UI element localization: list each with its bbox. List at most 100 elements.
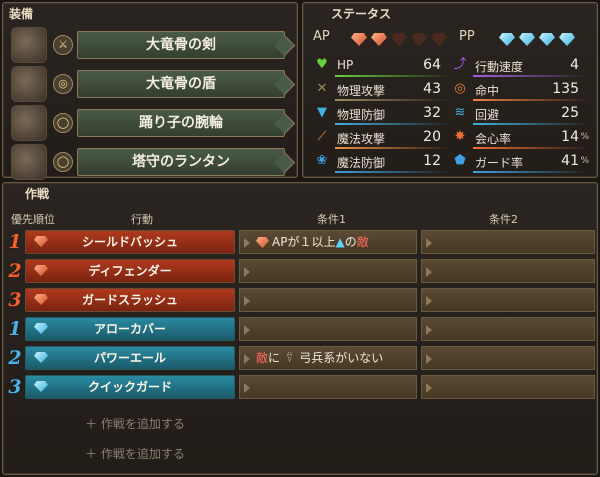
ap-gem-icon bbox=[391, 33, 407, 46]
ap-gem-icon bbox=[34, 294, 48, 305]
condition-1-button[interactable] bbox=[239, 288, 417, 312]
guard-icon: ⬟ bbox=[454, 153, 466, 168]
condition-1-button[interactable] bbox=[239, 259, 417, 283]
stat-label: 命中 bbox=[475, 84, 500, 98]
accessory-icon: ◯ bbox=[53, 152, 73, 172]
tactic-row[interactable]: 1 シールドバッシュ APが１以上▲の敵 bbox=[3, 229, 599, 255]
tactic-row[interactable]: 3 ガードスラッシュ bbox=[3, 287, 599, 313]
status-panel: ステータス AP PP ♥ HP 64 ⤴ 行動速度 4 ✕ 物理攻撃 43 ◎ 命中 135 ▼ 物理防… bbox=[302, 2, 598, 178]
pp-gem-icon bbox=[34, 323, 48, 334]
condition-2-button[interactable] bbox=[421, 288, 595, 312]
condition-2-button[interactable] bbox=[421, 375, 595, 399]
stat-row: ✸ 会心率 14% bbox=[451, 127, 589, 149]
evasion-icon: ≋ bbox=[454, 105, 466, 120]
ap-gem-icon bbox=[256, 237, 269, 248]
ap-gem-icon bbox=[351, 33, 367, 46]
physical-attack-icon: ✕ bbox=[316, 81, 328, 96]
tactic-row[interactable]: 3 クイックガード bbox=[3, 374, 599, 400]
stat-value: 43 bbox=[423, 81, 441, 97]
action-button[interactable]: アローカバー bbox=[25, 317, 235, 341]
stat-row: ♥ HP 64 bbox=[313, 55, 451, 77]
condition-2-button[interactable] bbox=[421, 259, 595, 283]
stat-value: 135 bbox=[552, 81, 579, 97]
stat-underline bbox=[473, 171, 589, 173]
condition-2-button[interactable] bbox=[421, 230, 595, 254]
pp-gem-icon bbox=[519, 33, 535, 46]
equipment-slot-weapon[interactable]: ⚔ 大竜骨の剣 bbox=[11, 27, 295, 65]
pp-gem-icon bbox=[559, 33, 575, 46]
stat-underline bbox=[473, 75, 589, 77]
stat-label: 魔法防御 bbox=[337, 156, 386, 170]
pp-gem-icon bbox=[34, 352, 48, 363]
stat-value: 32 bbox=[423, 105, 441, 121]
ap-gem-icon bbox=[411, 33, 427, 46]
triangle-icon: ▲ bbox=[335, 235, 345, 249]
stat-unit: % bbox=[580, 156, 589, 166]
action-label: シールドバッシュ bbox=[81, 235, 178, 249]
header-condition-1: 条件1 bbox=[317, 213, 346, 226]
tactics-panel: 作戦 優先順位 行動 条件1 条件2 1 シールドバッシュ APが１以上▲の敵 2 ディ… bbox=[2, 182, 598, 475]
priority-number: 3 bbox=[8, 289, 22, 311]
condition-2-button[interactable] bbox=[421, 346, 595, 370]
condition-1-button[interactable]: APが１以上▲の敵 bbox=[239, 230, 417, 254]
equipment-name[interactable]: 塔守のランタン bbox=[77, 148, 285, 176]
stat-row: ≋ 回避 25 bbox=[451, 103, 589, 125]
archer-icon: ⍢ bbox=[286, 351, 294, 365]
equipment-title: 装備 bbox=[9, 7, 34, 21]
action-button[interactable]: ガードスラッシュ bbox=[25, 288, 235, 312]
add-tactic-button[interactable]: ＋ 作戦を追加する bbox=[85, 415, 185, 432]
status-title: ステータス bbox=[331, 7, 392, 21]
stat-value: 12 bbox=[423, 153, 441, 169]
header-condition-2: 条件2 bbox=[489, 213, 518, 226]
pp-gem-icon bbox=[539, 33, 555, 46]
action-label: ディフェンダー bbox=[88, 264, 172, 278]
stat-underline bbox=[335, 171, 451, 173]
action-button[interactable]: ディフェンダー bbox=[25, 259, 235, 283]
stat-underline bbox=[473, 123, 589, 125]
equipment-slot-ring[interactable]: ◯ 踊り子の腕輪 bbox=[11, 105, 295, 143]
action-button[interactable]: シールドバッシュ bbox=[25, 230, 235, 254]
condition-1-button[interactable] bbox=[239, 317, 417, 341]
stat-label: HP bbox=[337, 58, 354, 72]
stat-value: 14 bbox=[561, 129, 579, 145]
action-button[interactable]: パワーエール bbox=[25, 346, 235, 370]
add-tactic-button[interactable]: ＋ 作戦を追加する bbox=[85, 445, 185, 462]
stat-label: 回避 bbox=[475, 108, 500, 122]
condition-1-button[interactable] bbox=[239, 375, 417, 399]
sword-item-image bbox=[11, 27, 47, 63]
stat-value: 41 bbox=[561, 153, 579, 169]
header-action: 行動 bbox=[131, 213, 153, 226]
ring-icon: ◯ bbox=[53, 113, 73, 133]
priority-number: 1 bbox=[8, 318, 22, 340]
equipment-name[interactable]: 大竜骨の盾 bbox=[77, 70, 285, 98]
stat-value: 64 bbox=[423, 57, 441, 73]
equipment-name[interactable]: 踊り子の腕輪 bbox=[77, 109, 285, 137]
tactic-row[interactable]: 2 ディフェンダー bbox=[3, 258, 599, 284]
stat-value: 20 bbox=[423, 129, 441, 145]
stat-row: ✕ 物理攻撃 43 bbox=[313, 79, 451, 101]
condition-target: 敵 bbox=[356, 235, 369, 249]
magic-attack-icon: ⟋ bbox=[317, 129, 327, 144]
equipment-panel: 装備 ⚔ 大竜骨の剣 ◎ 大竜骨の盾 ◯ 踊り子の腕輪 ◯ 塔守のランタン bbox=[2, 2, 298, 180]
pp-gem-icon bbox=[499, 33, 515, 46]
condition-2-button[interactable] bbox=[421, 317, 595, 341]
equipment-name[interactable]: 大竜骨の剣 bbox=[77, 31, 285, 59]
action-button[interactable]: クイックガード bbox=[25, 375, 235, 399]
ap-gem-icon bbox=[431, 33, 447, 46]
stat-value: 25 bbox=[561, 105, 579, 121]
condition-target: 敵 bbox=[256, 351, 269, 365]
condition-1-button[interactable]: 敵に ⍢ 弓兵系がいない bbox=[239, 346, 417, 370]
stat-value: 4 bbox=[570, 57, 579, 73]
stat-row: ◎ 命中 135 bbox=[451, 79, 589, 101]
critical-icon: ✸ bbox=[454, 129, 466, 144]
equipment-slot-shield[interactable]: ◎ 大竜骨の盾 bbox=[11, 66, 295, 104]
tactics-title: 作戦 bbox=[25, 187, 50, 201]
speed-icon: ⤴ bbox=[453, 57, 467, 72]
stat-label: 会心率 bbox=[475, 132, 512, 146]
action-label: アローカバー bbox=[93, 322, 166, 336]
equipment-slot-accessory[interactable]: ◯ 塔守のランタン bbox=[11, 144, 295, 182]
tactic-row[interactable]: 2 パワーエール 敵に ⍢ 弓兵系がいない bbox=[3, 345, 599, 371]
ap-gem-icon bbox=[34, 236, 48, 247]
action-label: クイックガード bbox=[87, 380, 172, 394]
tactic-row[interactable]: 1 アローカバー bbox=[3, 316, 599, 342]
